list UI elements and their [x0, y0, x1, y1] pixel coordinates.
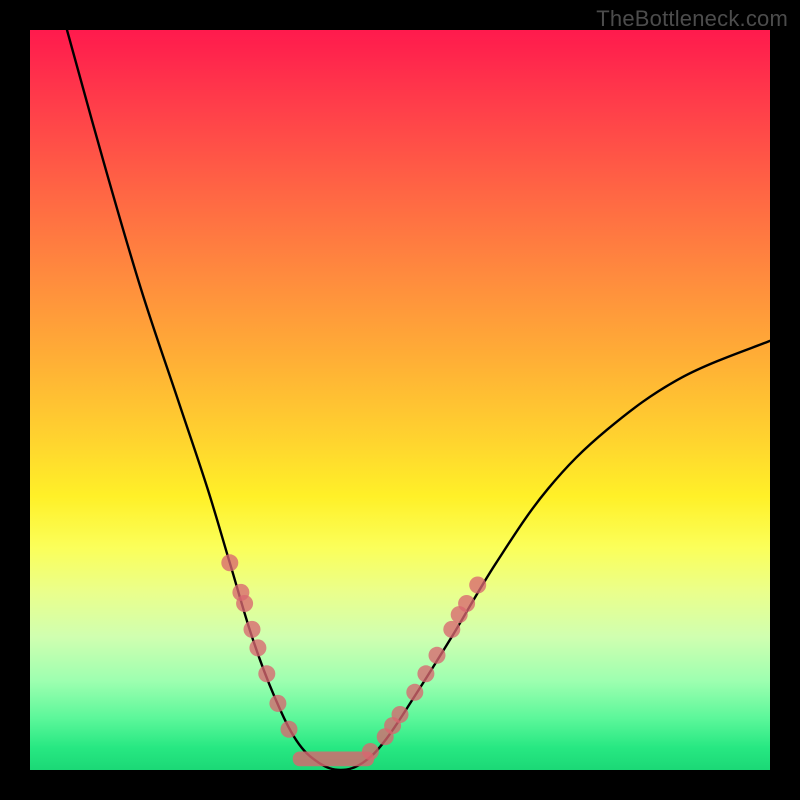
watermark-text: TheBottleneck.com: [596, 6, 788, 32]
data-point: [244, 621, 261, 638]
data-point: [249, 639, 266, 656]
data-point: [469, 577, 486, 594]
data-point: [429, 647, 446, 664]
scatter-right: [362, 577, 486, 761]
bottom-band: [293, 752, 374, 767]
chart-frame: TheBottleneck.com: [0, 0, 800, 800]
data-point: [281, 721, 298, 738]
data-point: [458, 595, 475, 612]
chart-svg: [30, 30, 770, 770]
data-point: [392, 706, 409, 723]
plot-area: [30, 30, 770, 770]
data-point: [221, 554, 238, 571]
data-point: [417, 665, 434, 682]
data-point: [236, 595, 253, 612]
data-point: [443, 621, 460, 638]
data-point: [269, 695, 286, 712]
scatter-left: [221, 554, 297, 738]
bottleneck-curve: [67, 30, 770, 770]
data-point: [406, 684, 423, 701]
data-point: [258, 665, 275, 682]
